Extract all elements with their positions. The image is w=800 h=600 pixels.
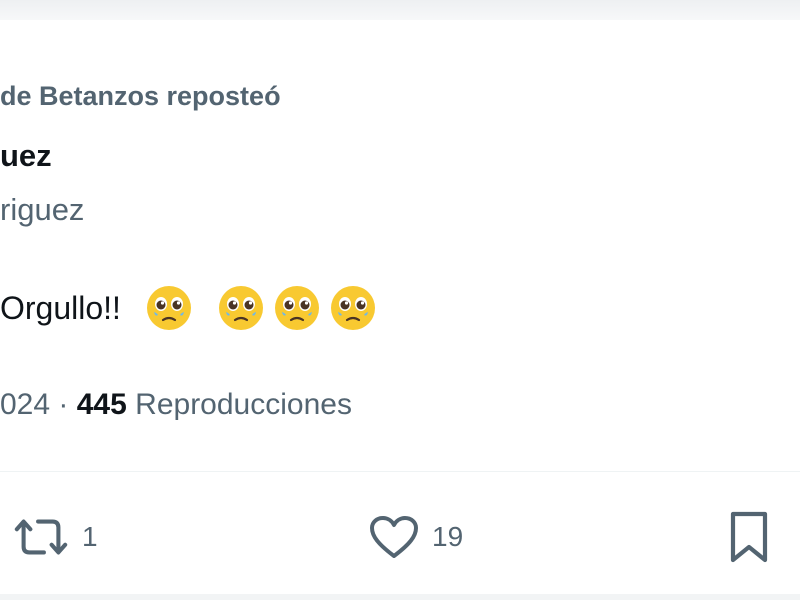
actions-divider: [0, 471, 800, 472]
pleading-face-icon: [329, 284, 377, 332]
repost-button[interactable]: 1: [12, 510, 98, 564]
pleading-face-icon: [217, 284, 265, 332]
repost-indicator[interactable]: de Betanzos reposteó: [0, 81, 281, 112]
meta-separator: ·: [58, 388, 69, 421]
views-label: Reproducciones: [135, 388, 352, 421]
bookmark-button[interactable]: [726, 510, 772, 564]
top-band: [0, 0, 800, 20]
pleading-face-icon: [145, 284, 193, 332]
views-count: 445: [76, 388, 127, 421]
heart-icon[interactable]: [368, 514, 420, 560]
bottom-edge: [0, 594, 800, 600]
tweet-text: Orgullo!!: [0, 280, 377, 336]
bookmark-icon[interactable]: [726, 510, 772, 564]
like-count: 19: [432, 521, 464, 552]
author-display-name[interactable]: uez: [0, 138, 52, 174]
tweet-metadata: 024 · 445 Reproducciones: [0, 388, 352, 422]
pleading-face-icon: [273, 284, 321, 332]
author-handle[interactable]: riguez: [0, 192, 84, 228]
repost-count: 1: [82, 521, 98, 552]
tweet-date[interactable]: 024: [0, 388, 50, 421]
repost-icon[interactable]: [12, 515, 70, 559]
like-button[interactable]: 19: [368, 510, 463, 564]
tweet-text-words: Orgullo!!: [0, 289, 121, 326]
